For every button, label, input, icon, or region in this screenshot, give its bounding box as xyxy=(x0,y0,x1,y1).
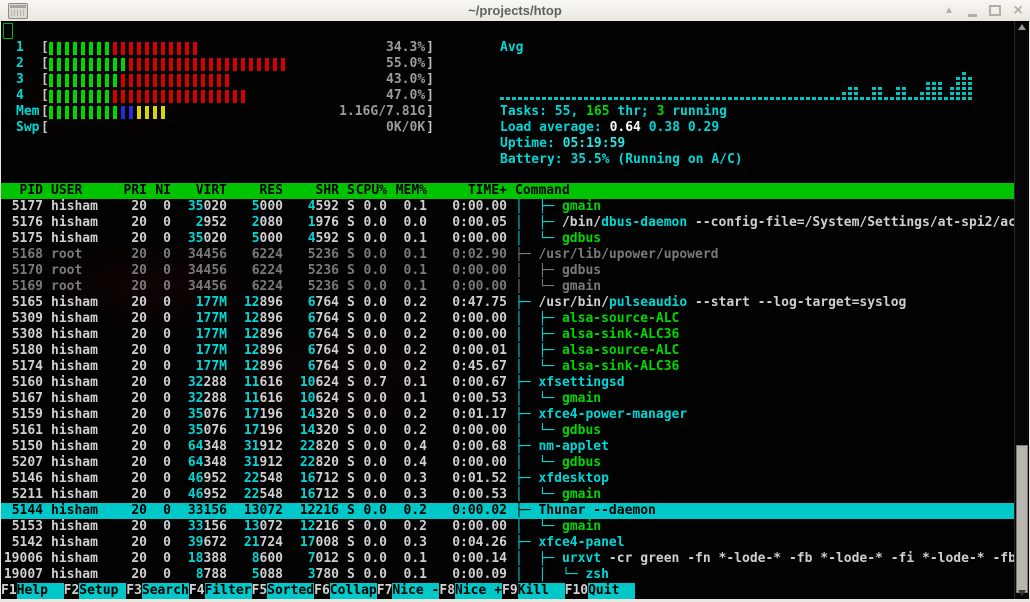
fkey-label-filter[interactable]: Filter xyxy=(204,583,252,599)
fkey-label-help[interactable]: Help xyxy=(16,583,64,599)
fkey-label-kill[interactable]: Kill xyxy=(517,583,565,599)
maximize-button[interactable] xyxy=(989,5,1001,16)
column-header-mem[interactable]: MEM% xyxy=(395,183,427,199)
process-row-5150[interactable]: 5150 hisham 20 0 64348 31912 22820 S 0.0 0.4 0:00.… xyxy=(1,439,1015,455)
column-header-shr[interactable]: SHR xyxy=(291,183,339,199)
process-row-5167[interactable]: 5167 hisham 20 0 32288 11616 10624 S 0.0 0.1 0:00.… xyxy=(1,391,1015,407)
cpu2-value: 55.0% xyxy=(386,56,426,71)
process-row-5161[interactable]: 5161 hisham 20 0 35076 17196 14320 S 0.0 0.2 0:00.… xyxy=(1,423,1015,439)
scrollbar[interactable] xyxy=(1014,21,1029,599)
mem-value: 1.16G/7.81G xyxy=(339,104,426,119)
fkey-label-nice-[interactable]: Nice + xyxy=(455,583,502,599)
process-table: PID USER PRI NI VIRT RES SHR S CPU% MEM% TIME+ Comm… xyxy=(1,183,1015,583)
tasks-line: Tasks: 55, 165 thr; 3 running xyxy=(500,104,728,119)
column-header-user[interactable]: USER xyxy=(51,183,123,199)
process-row-5177[interactable]: 5177 hisham 20 0 35020 5000 4592 S 0.0 0.1 0:00.00… xyxy=(1,199,1015,215)
mem-meter: Mem[1.16G/7.81G] xyxy=(16,104,434,119)
fkey-f10[interactable]: F10 xyxy=(565,583,588,599)
column-header-time[interactable]: TIME+ xyxy=(435,183,507,199)
process-row-19006[interactable]: 19006 hisham 20 0 18388 8600 7012 S 0.0 0.1 0:00.1… xyxy=(1,551,1015,567)
scroll-up-icon[interactable] xyxy=(1018,24,1026,30)
process-row-5175[interactable]: 5175 hisham 20 0 35020 5000 4592 S 0.0 0.1 0:00.00… xyxy=(1,231,1015,247)
load-average-line: Load average: 0.64 0.38 0.29 xyxy=(500,120,720,135)
fkey-f5[interactable]: F5 xyxy=(252,583,268,599)
process-row-5168[interactable]: 5168 root 20 0 34456 6224 5236 S 0.0 0.1 0:02.90 ├─… xyxy=(1,247,1015,263)
process-row-5142[interactable]: 5142 hisham 20 0 39672 21724 17008 S 0.0 0.3 0:04.… xyxy=(1,535,1015,551)
cpu4-value: 47.0% xyxy=(386,88,426,103)
process-row-5160[interactable]: 5160 hisham 20 0 32288 11616 10624 S 0.7 0.1 0:00.… xyxy=(1,375,1015,391)
process-row-5170[interactable]: 5170 root 20 0 34456 6224 5236 S 0.0 0.1 0:00.00 │ … xyxy=(1,263,1015,279)
minimize-button[interactable] xyxy=(966,4,978,17)
fkey-f7[interactable]: F7 xyxy=(377,583,393,599)
process-row-5169[interactable]: 5169 root 20 0 34456 6224 5236 S 0.0 0.1 0:00.00 │ … xyxy=(1,279,1015,295)
cpu3-meter: 3[43.0%] xyxy=(16,72,434,87)
process-row-5144[interactable]: 5144 hisham 20 0 33156 13072 12216 S 0.0 0.2 0:00.… xyxy=(1,503,1015,519)
process-row-5207[interactable]: 5207 hisham 20 0 64348 31912 22820 S 0.0 0.4 0:00.… xyxy=(1,455,1015,471)
terminal-body: 1[34.3%] 2[55.0%] 3[43.0%] 4[47.0%] Mem[1.16… xyxy=(1,21,1029,599)
scrollbar-thumb[interactable] xyxy=(1016,445,1028,593)
fkey-f8[interactable]: F8 xyxy=(439,583,455,599)
column-header-res[interactable]: RES xyxy=(235,183,283,199)
window-title: ~/projects/htop xyxy=(468,3,562,18)
process-row-19007[interactable]: 19007 hisham 20 0 8788 5088 3780 S 0.0 0.1 0:00.09… xyxy=(1,567,1015,583)
fkey-label-nice-[interactable]: Nice - xyxy=(392,583,440,599)
process-row-5308[interactable]: 5308 hisham 20 0 177M 12896 6764 S 0.0 0.2 0:00.00… xyxy=(1,327,1015,343)
scroll-down-icon[interactable] xyxy=(1018,590,1026,596)
process-row-5180[interactable]: 5180 hisham 20 0 177M 12896 6764 S 0.0 0.2 0:00.01… xyxy=(1,343,1015,359)
process-row-5309[interactable]: 5309 hisham 20 0 177M 12896 6764 S 0.0 0.2 0:00.00… xyxy=(1,311,1015,327)
cpu3-value: 43.0% xyxy=(386,72,426,87)
cpu2-meter: 2[55.0%] xyxy=(16,56,434,71)
column-header-cpu[interactable]: CPU% xyxy=(355,183,387,199)
function-key-bar: F1 Help F2 Setup F3 Search F4 Filter F5 Sorted F… xyxy=(1,583,636,599)
status-panel: Tasks: 55, 165 thr; 3 running Load averag… xyxy=(500,104,743,168)
avg-label: Avg xyxy=(500,40,524,55)
cpu-average-graph xyxy=(500,67,974,100)
swp-value: 0K/0K xyxy=(386,120,426,135)
fkey-f4[interactable]: F4 xyxy=(189,583,205,599)
fkey-label-setup[interactable]: Setup xyxy=(79,583,127,599)
process-row-5176[interactable]: 5176 hisham 20 0 2952 2080 1976 S 0.0 0.0 0:00.05 │… xyxy=(1,215,1015,231)
column-header-command[interactable]: Command xyxy=(515,183,1015,199)
terminal-window: ~/projects/htop ▲ × 1[34.3%] 2[55.0%] 3[43… xyxy=(0,0,1030,602)
fkey-f2[interactable]: F2 xyxy=(64,583,80,599)
shade-button[interactable]: ▲ xyxy=(943,5,955,16)
cpu4-meter: 4[47.0%] xyxy=(16,88,434,103)
battery-line: Battery: 35.5% (Running on A/C) xyxy=(500,152,743,167)
process-row-5146[interactable]: 5146 hisham 20 0 46952 22548 16712 S 0.0 0.3 0:01.… xyxy=(1,471,1015,487)
window-titlebar[interactable]: ~/projects/htop ▲ × xyxy=(0,0,1030,22)
column-header-ni[interactable]: NI xyxy=(155,183,171,199)
column-header-pid[interactable]: PID xyxy=(3,183,43,199)
fkey-label-search[interactable]: Search xyxy=(141,583,189,599)
fkey-f3[interactable]: F3 xyxy=(126,583,142,599)
process-row-5153[interactable]: 5153 hisham 20 0 33156 13072 12216 S 0.0 0.2 0:00.… xyxy=(1,519,1015,535)
process-row-5159[interactable]: 5159 hisham 20 0 35076 17196 14320 S 0.0 0.2 0:01.… xyxy=(1,407,1015,423)
cpu1-value: 34.3% xyxy=(386,40,426,55)
fkey-label-sorted[interactable]: Sorted xyxy=(267,583,315,599)
cpu1-meter: 1[34.3%] xyxy=(16,40,434,55)
fkey-label-collap[interactable]: Collap xyxy=(329,583,377,599)
close-button[interactable]: × xyxy=(1012,1,1024,20)
table-header-row: PID USER PRI NI VIRT RES SHR S CPU% MEM% TIME+ Comm… xyxy=(1,183,1015,199)
fkey-f6[interactable]: F6 xyxy=(314,583,330,599)
process-row-5211[interactable]: 5211 hisham 20 0 46952 22548 16712 S 0.0 0.3 0:00.… xyxy=(1,487,1015,503)
fkey-label-quit[interactable]: Quit xyxy=(588,583,636,599)
process-row-5165[interactable]: 5165 hisham 20 0 177M 12896 6764 S 0.0 0.2 0:47.75… xyxy=(1,295,1015,311)
column-header-virt[interactable]: VIRT xyxy=(179,183,227,199)
column-header-pri[interactable]: PRI xyxy=(123,183,147,199)
swp-meter: Swp[0K/0K] xyxy=(16,120,434,135)
column-header-s[interactable]: S xyxy=(347,183,355,199)
fkey-f9[interactable]: F9 xyxy=(502,583,518,599)
fkey-f1[interactable]: F1 xyxy=(1,583,17,599)
uptime-line: Uptime: 05:19:59 xyxy=(500,136,626,151)
terminal-screen[interactable]: 1[34.3%] 2[55.0%] 3[43.0%] 4[47.0%] Mem[1.16… xyxy=(1,21,1015,599)
process-row-5174[interactable]: 5174 hisham 20 0 177M 12896 6764 S 0.0 0.2 0:45.67… xyxy=(1,359,1015,375)
terminal-cursor xyxy=(3,23,13,39)
